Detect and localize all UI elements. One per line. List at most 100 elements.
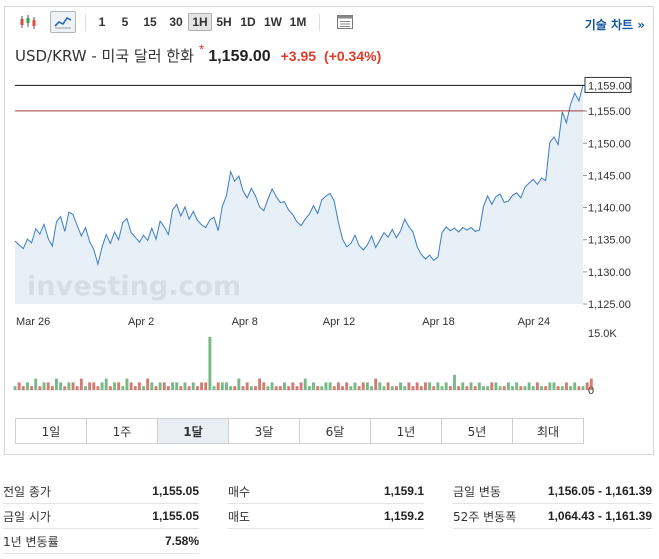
volume-bar [390, 386, 394, 390]
stats-column: 전일 종가 1,155.05 금일 시가 1,155.05 1년 변동률 7.5… [3, 479, 199, 554]
volume-bar [113, 382, 116, 390]
y-tick-label: 1,145.00 [588, 170, 631, 182]
volume-bar [38, 386, 42, 390]
volume-bar [498, 386, 502, 390]
range-6mo[interactable]: 6달 [300, 419, 371, 443]
volume-bar [349, 386, 353, 390]
volume-bar [448, 386, 452, 390]
volume-bar [258, 378, 262, 390]
stat-label: 금일 변동 [453, 484, 501, 499]
volume-bar [25, 382, 29, 390]
volume-bar [220, 382, 224, 390]
volume-bar [336, 382, 340, 390]
volume-bar [195, 386, 199, 390]
volume-bar [482, 386, 485, 390]
volume-bar [262, 382, 266, 390]
range-1mo[interactable]: 1달 [158, 419, 229, 443]
volume-bar [75, 386, 79, 390]
volume-bar [432, 386, 436, 390]
volume-bar [569, 386, 573, 390]
range-1d[interactable]: 1일 [16, 419, 87, 443]
volume-bar [204, 382, 208, 390]
range-1w[interactable]: 1주 [87, 419, 158, 443]
volume-bar [506, 382, 510, 390]
stat-label: 52주 변동폭 [453, 509, 517, 524]
volume-bar [150, 382, 154, 390]
volume-bar [469, 382, 473, 390]
volume-bar [154, 386, 158, 390]
volume-bar [457, 386, 461, 390]
volume-bar [291, 382, 295, 390]
volume-bar [589, 378, 593, 390]
volume-bar [237, 378, 241, 390]
volume-bar [71, 382, 75, 390]
stat-52w-range: 52주 변동폭 1,064.43 - 1,161.39 [453, 504, 652, 529]
volume-bar [535, 382, 539, 390]
volume-bar [585, 382, 589, 390]
volume-bar [162, 382, 166, 390]
volume-bar [328, 382, 332, 390]
volume-bar [544, 386, 548, 390]
volume-bar [17, 382, 21, 390]
volume-bar [278, 386, 282, 390]
volume-bar [436, 382, 440, 390]
volume-bar [374, 378, 378, 390]
volume-bar [370, 386, 373, 390]
stat-label: 매수 [228, 484, 251, 499]
stat-value: 1,155.05 [152, 484, 199, 498]
volume-bar [13, 386, 17, 390]
volume-bar [403, 386, 407, 390]
volume-bar [332, 386, 336, 390]
volume-bar [175, 382, 179, 390]
volume-bar [55, 378, 58, 390]
volume-bar [179, 386, 183, 390]
stat-value: 1,064.43 - 1,161.39 [547, 509, 652, 523]
stat-prev-close: 전일 종가 1,155.05 [3, 479, 199, 504]
volume-bar [200, 382, 204, 390]
volume-bar [490, 382, 494, 390]
volume-bar [171, 382, 174, 390]
volume-bar [419, 386, 423, 390]
volume-bar [519, 386, 523, 390]
volume-bar [30, 386, 34, 390]
volume-bar [21, 386, 25, 390]
x-tick-label: Apr 24 [518, 316, 550, 328]
volume-bar [274, 386, 278, 390]
x-tick-label: Apr 8 [232, 316, 258, 328]
volume-bar [63, 386, 67, 390]
y-tick-label: 1,150.00 [588, 138, 631, 150]
volume-bar [225, 382, 228, 390]
volume-bar [399, 382, 403, 390]
volume-bar [378, 382, 382, 390]
volume-bar [361, 382, 365, 390]
volume-bar [59, 382, 63, 390]
x-tick-label: Apr 2 [128, 316, 154, 328]
volume-bar [133, 386, 137, 390]
volume-bar [540, 386, 543, 390]
range-max[interactable]: 최대 [513, 419, 583, 443]
range-3mo[interactable]: 3달 [229, 419, 300, 443]
stat-value: 1,155.05 [152, 509, 199, 523]
range-1y[interactable]: 1년 [371, 419, 442, 443]
volume-bar [341, 386, 344, 390]
volume-bar [386, 382, 390, 390]
price-chart[interactable]: investing.com1,159.001,155.001,150.001,1… [5, 7, 653, 412]
y-tick-label: 1,135.00 [588, 235, 631, 247]
volume-bar [357, 386, 361, 390]
volume-bar [187, 386, 191, 390]
volume-bar [394, 386, 398, 390]
volume-bar [129, 382, 133, 390]
volume-bar [283, 382, 286, 390]
volume-bar [407, 382, 411, 390]
volume-bar [229, 386, 233, 390]
volume-bar [96, 386, 100, 390]
range-5y[interactable]: 5년 [442, 419, 513, 443]
volume-bar [158, 382, 162, 390]
time-range-selector: 1일 1주 1달 3달 6달 1년 5년 최대 [15, 418, 584, 444]
volume-bar [233, 386, 237, 390]
volume-bar [79, 378, 83, 390]
stats-column: 금일 변동 1,156.05 - 1,161.39 52주 변동폭 1,064.… [453, 479, 652, 529]
volume-bar [245, 382, 249, 390]
volume-bar [511, 386, 514, 390]
volume-bar [249, 386, 253, 390]
